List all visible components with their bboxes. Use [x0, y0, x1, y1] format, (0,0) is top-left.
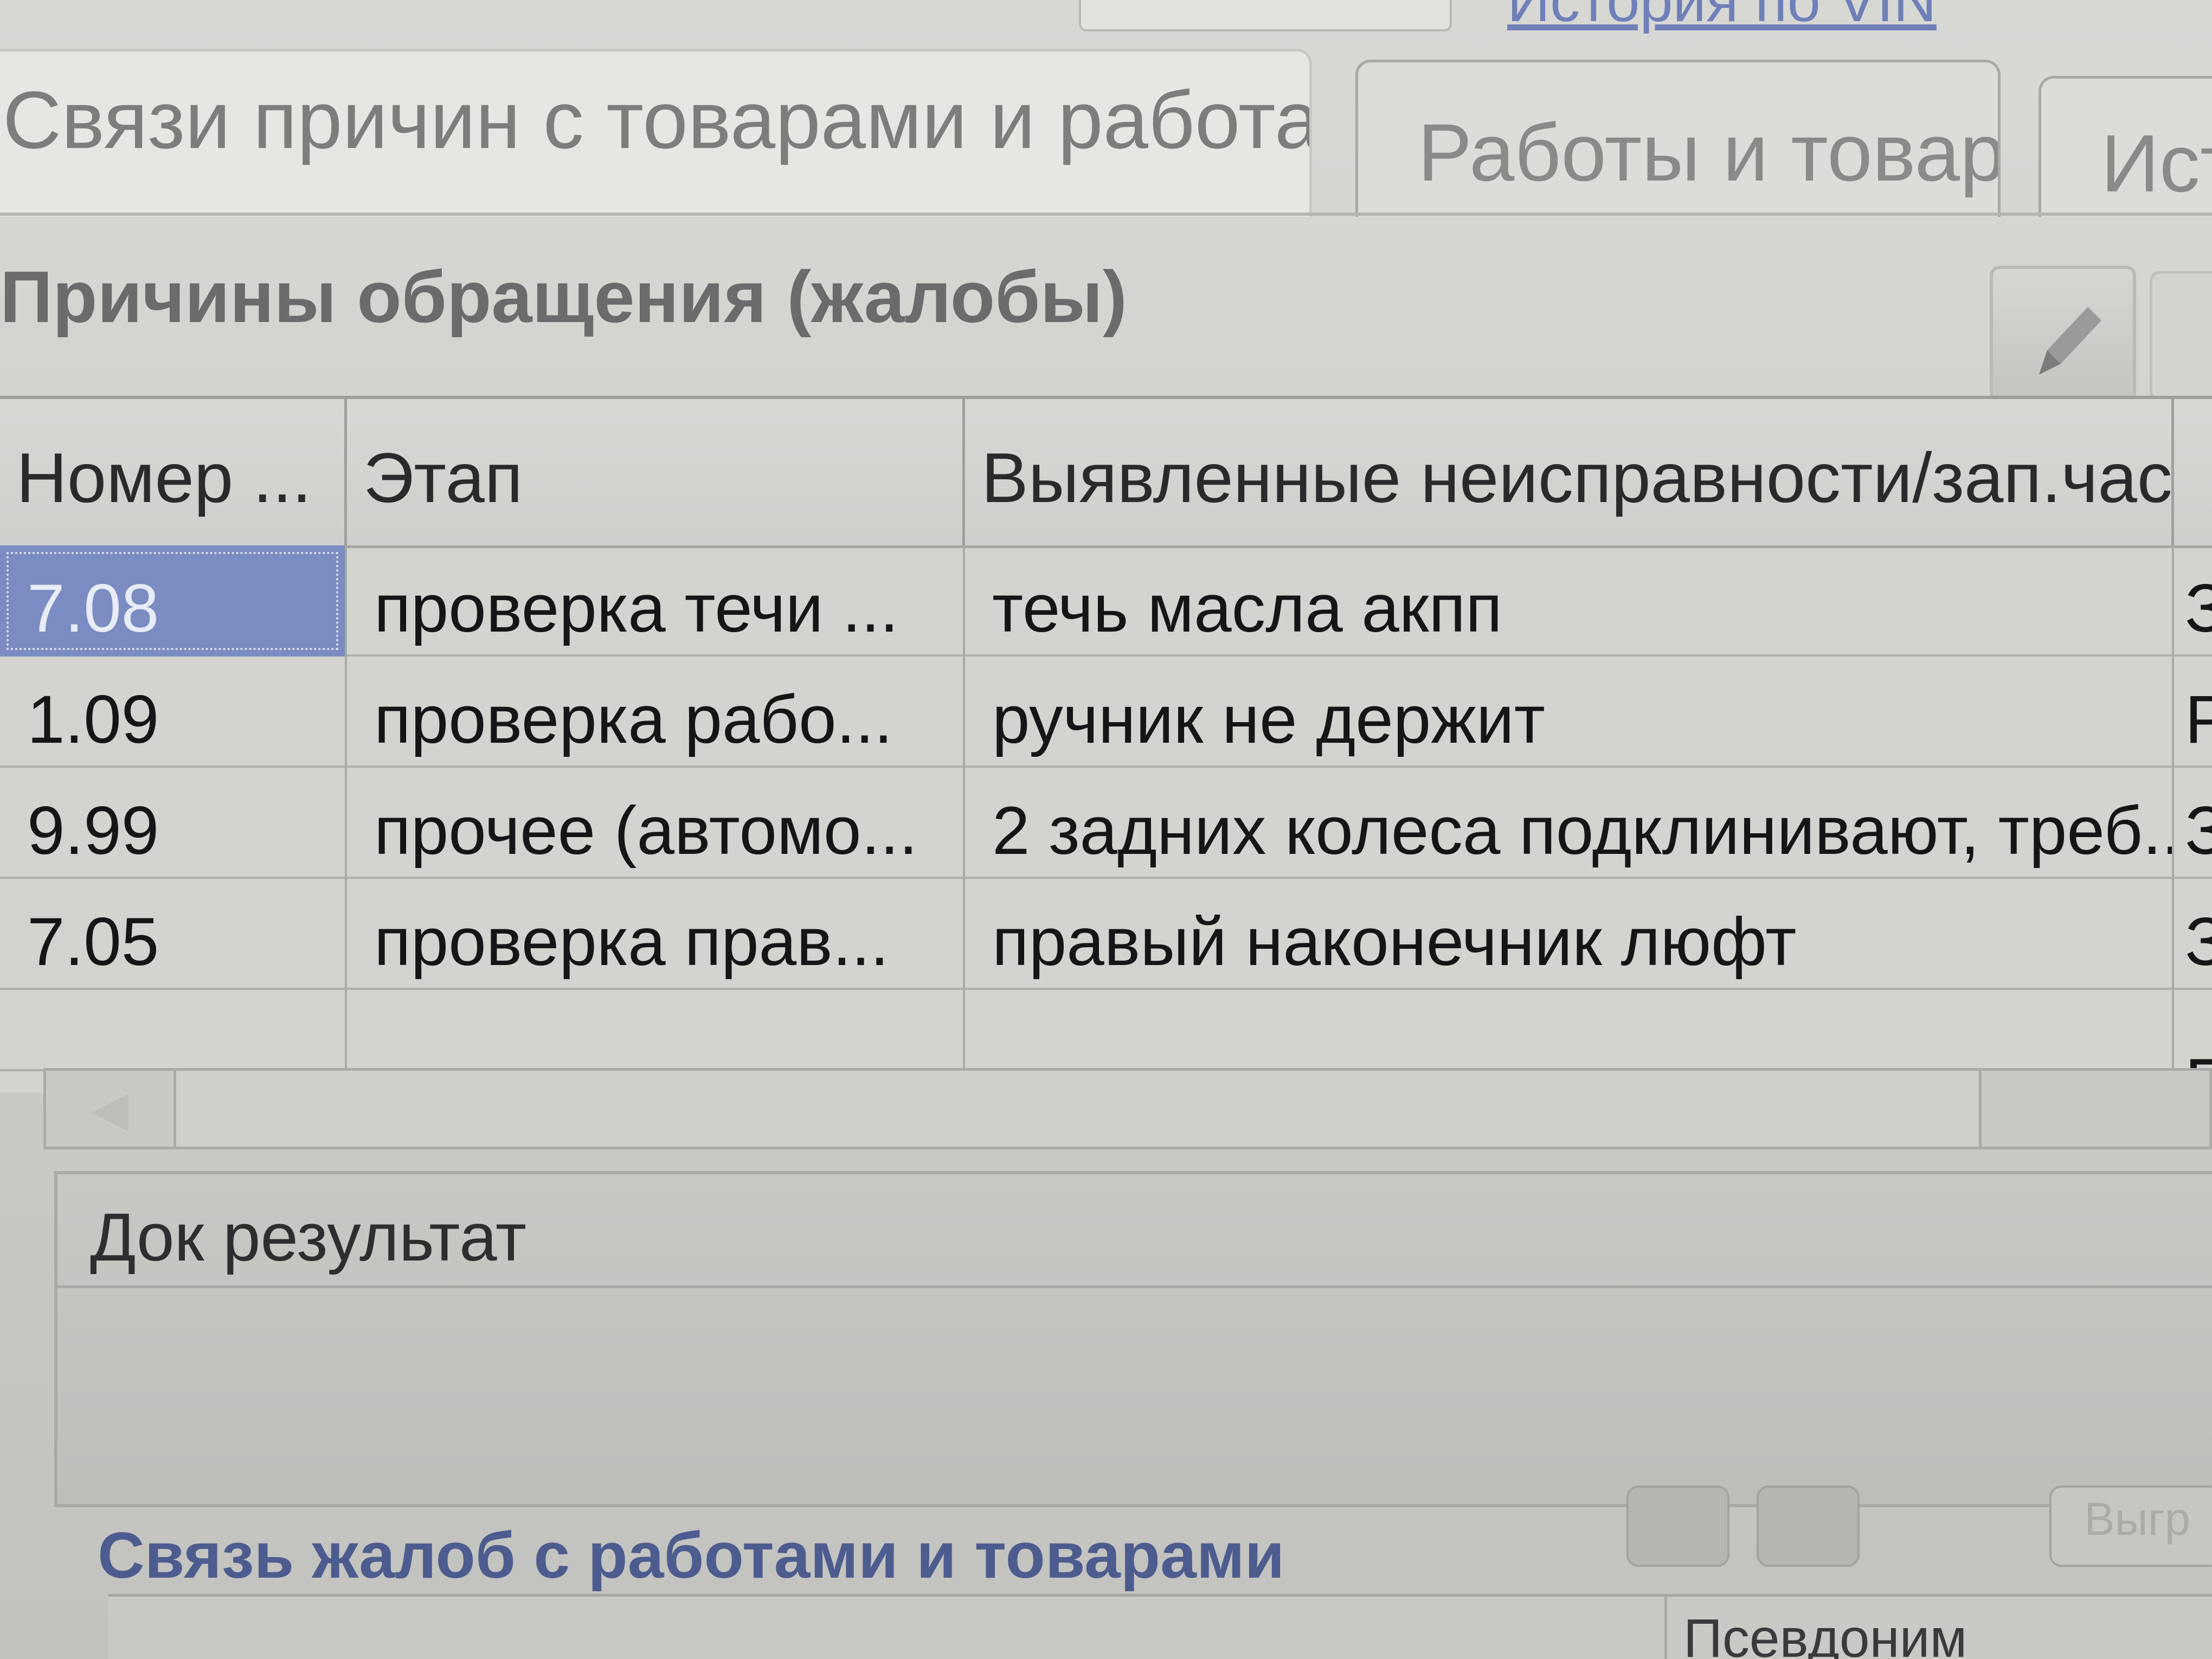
column-header-stage[interactable]: Этап — [347, 399, 965, 545]
tab-history[interactable]: Исто — [2039, 76, 2212, 217]
cell-extra: Ре — [2174, 657, 2212, 768]
cell-extra: З — [2174, 545, 2212, 657]
doc-result-label: Док результат — [90, 1200, 527, 1275]
tab-bar: Связи причин с товарами и работами Работ… — [0, 38, 2212, 217]
links-toolbar: Выгр — [1626, 1486, 2212, 1567]
tab-label: Работы и товары — [1418, 107, 2001, 198]
cell-extra: За — [2174, 768, 2212, 879]
cell-number: 9.99 — [0, 768, 347, 879]
app-window: История по VIN Связи причин с товарами и… — [0, 0, 2212, 1659]
cell-faults: 2 задних колеса подклинивают, треб... — [965, 768, 2174, 879]
column-header-alias[interactable]: Псевдоним — [1664, 1597, 2212, 1659]
cell-stage: проверка рабо... — [347, 657, 965, 768]
tab-label: Связи причин с товарами и работами — [3, 74, 1312, 165]
toolbar-button[interactable] — [2150, 271, 2212, 401]
tab-divider — [0, 213, 2212, 216]
top-field[interactable] — [1079, 0, 1452, 31]
horizontal-scrollbar[interactable]: ◀ — [43, 1068, 2212, 1149]
export-button[interactable]: Выгр — [2049, 1486, 2212, 1567]
tab-reason-links[interactable]: Связи причин с товарами и работами — [0, 49, 1312, 217]
table-row[interactable]: 9.99 прочее (автомо... 2 задних колеса п… — [0, 768, 2212, 879]
cell-stage: проверка течи ... — [347, 545, 965, 657]
column-header-faults[interactable]: Выявленные неисправности/зап.час... — [965, 399, 2174, 545]
doc-result-panel: Док результат — [54, 1171, 2212, 1507]
edit-button[interactable] — [1990, 266, 2136, 404]
complaints-table: Номер ... Этап Выявленные неисправности/… — [0, 396, 2212, 1093]
cell-extra: Зам — [2174, 879, 2212, 990]
pencil-icon — [2039, 307, 2101, 375]
column-header-number[interactable]: Номер ... — [0, 399, 347, 545]
scroll-thumb[interactable] — [176, 1071, 1982, 1147]
top-strip: История по VIN — [0, 0, 2212, 35]
doc-result-header: Док результат — [57, 1174, 2212, 1288]
cell-faults: течь масла акпп — [965, 545, 2174, 657]
cell-faults — [965, 990, 2174, 1071]
tab-label: Исто — [2101, 118, 2212, 209]
cell-extra: П... — [2174, 990, 2212, 1071]
complaints-title: Причины обращения (жалобы) — [0, 256, 1127, 338]
cell-faults: ручник не держит — [965, 657, 2174, 768]
cell-faults: правый наконечник люфт — [965, 879, 2174, 990]
table-row[interactable]: 4.01 П... — [0, 990, 2212, 1071]
links-table: Псевдоним — [108, 1594, 2212, 1659]
links-title: Связь жалоб с работами и товарами — [98, 1519, 1285, 1592]
table-row[interactable]: 7.08 проверка течи ... течь масла акпп З — [0, 545, 2212, 657]
cell-stage: прочее (автомо... — [347, 768, 965, 879]
table-row[interactable]: 7.05 проверка прав... правый наконечник … — [0, 879, 2212, 990]
cell-stage — [347, 990, 965, 1071]
column-header-extra[interactable] — [2174, 399, 2212, 545]
table-row[interactable]: 1.09 проверка рабо... ручник не держит Р… — [0, 657, 2212, 768]
toolbar-button[interactable] — [1626, 1486, 1729, 1567]
cell-stage: проверка прав... — [347, 879, 965, 990]
scroll-left-icon[interactable]: ◀ — [46, 1071, 176, 1147]
table-header: Номер ... Этап Выявленные неисправности/… — [0, 399, 2212, 548]
tab-works-goods[interactable]: Работы и товары — [1355, 60, 2001, 217]
cell-number: 7.05 — [0, 879, 347, 990]
cell-number: 4.01 — [0, 990, 347, 1071]
cell-number: 1.09 — [0, 657, 347, 768]
toolbar-button[interactable] — [1757, 1486, 1860, 1567]
cell-number: 7.08 — [0, 545, 347, 657]
vin-history-link[interactable]: История по VIN — [1507, 0, 1937, 35]
